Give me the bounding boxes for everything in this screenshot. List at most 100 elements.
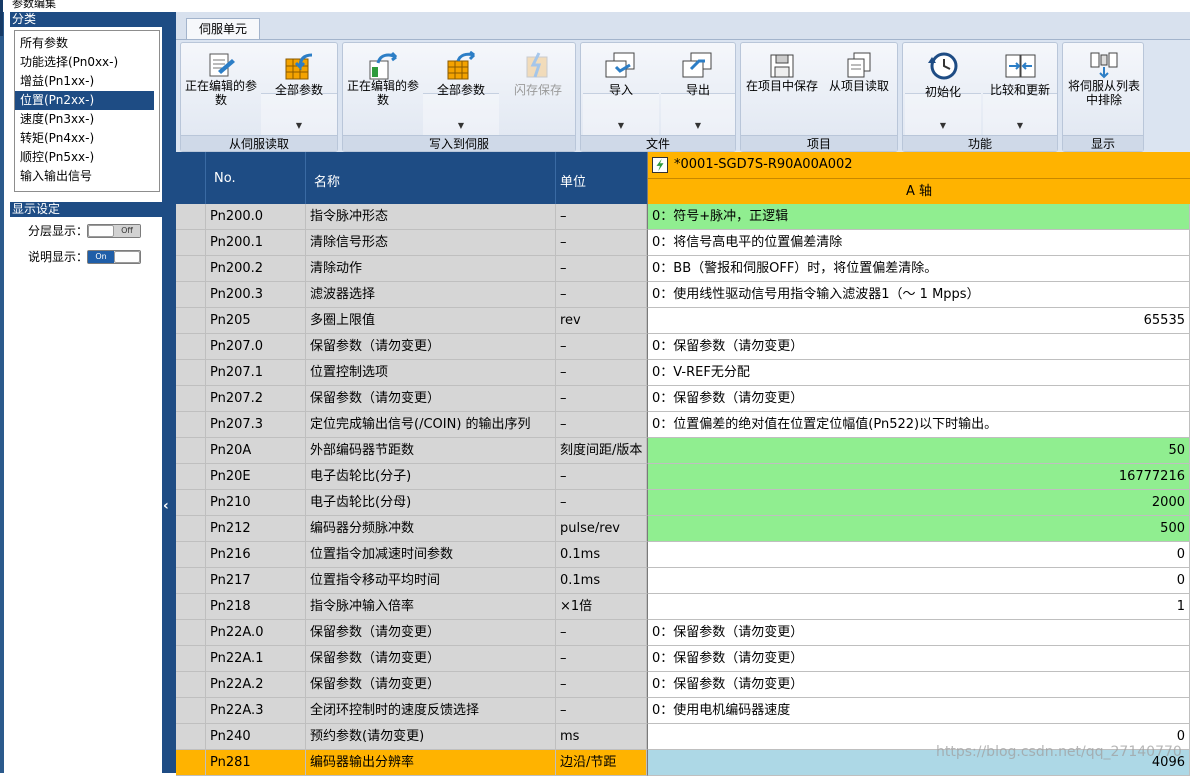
param-value-cell[interactable]: 65535 [647,308,1190,334]
row-selector[interactable] [176,698,206,724]
category-item[interactable]: 顺控(Pn5xx-) [15,148,154,167]
write-editing-params-button[interactable]: 正在编辑的参数 [345,45,421,135]
row-selector[interactable] [176,620,206,646]
param-unit-cell: – [556,204,647,230]
param-value-cell[interactable]: 50 [647,438,1190,464]
param-no-cell: Pn200.3 [206,282,306,308]
category-item[interactable]: 所有参数 [15,34,154,53]
row-selector[interactable] [176,542,206,568]
row-selector[interactable] [176,230,206,256]
exclude-servo-button[interactable]: 将伺服从列表中排除 [1065,45,1143,135]
table-row[interactable]: Pn218 指令脉冲输入倍率 ×1倍 1 [176,594,1190,620]
param-value-cell[interactable]: 0：保留参数（请勿变更） [647,672,1190,698]
table-row[interactable]: Pn22A.2 保留参数（请勿变更） –0：保留参数（请勿变更） [176,672,1190,698]
row-selector[interactable] [176,568,206,594]
param-no-cell: Pn207.0 [206,334,306,360]
row-selector[interactable] [176,412,206,438]
column-header-unit[interactable]: 单位 [556,152,647,204]
param-value-cell[interactable]: 0：BB（警报和伺服OFF）时，将位置偏差清除。 [647,256,1190,282]
chevron-down-icon: ▼ [1016,121,1024,130]
param-value-cell[interactable]: 1 [647,594,1190,620]
chevron-down-icon: ▼ [295,121,303,130]
param-value-cell[interactable]: 0：使用电机编码器速度 [647,698,1190,724]
device-header[interactable]: *0001-SGD7S-R90A00A002 [647,152,1190,178]
read-from-project-button[interactable]: 从项目读取 [821,45,897,135]
row-selector[interactable] [176,464,206,490]
compare-update-button[interactable]: 比较和更新 ▼ [983,45,1057,135]
param-value-cell[interactable]: 0：符号+脉冲，正逻辑 [647,204,1190,230]
row-selector[interactable] [176,750,206,776]
save-to-project-button[interactable]: 在项目中保存 [743,45,821,135]
category-item[interactable]: 位置(Pn2xx-) [15,91,154,110]
row-selector[interactable] [176,516,206,542]
import-button[interactable]: 导入 ▼ [583,45,659,135]
table-row[interactable]: Pn20A 外部编码器节距数 刻度间距/版本 50 [176,438,1190,464]
row-selector[interactable] [176,672,206,698]
param-value-cell[interactable]: 0 [647,568,1190,594]
initialize-button[interactable]: 初始化 ▼ [905,45,981,135]
param-value-cell[interactable]: 0：保留参数（请勿变更） [647,334,1190,360]
table-row[interactable]: Pn217 位置指令移动平均时间 0.1ms 0 [176,568,1190,594]
param-value-cell[interactable]: 0：V-REF无分配 [647,360,1190,386]
flash-save-button[interactable]: 闪存保存 [501,45,575,135]
row-selector[interactable] [176,386,206,412]
category-item[interactable]: 转矩(Pn4xx-) [15,129,154,148]
param-value-cell[interactable]: 0：保留参数（请勿变更） [647,646,1190,672]
category-item[interactable]: 增益(Pn1xx-) [15,72,154,91]
table-row[interactable]: Pn20E 电子齿轮比(分子) –16777216 [176,464,1190,490]
param-value-cell[interactable]: 16777216 [647,464,1190,490]
tab-servo-unit[interactable]: 伺服单元 [186,18,260,40]
group-function: 初始化 ▼ 比较和更新 ▼ 功能 [902,42,1058,152]
param-value-cell[interactable]: 0：将信号高电平的位置偏差清除 [647,230,1190,256]
table-row[interactable]: Pn22A.0 保留参数（请勿变更） –0：保留参数（请勿变更） [176,620,1190,646]
row-selector[interactable] [176,360,206,386]
table-row[interactable]: Pn200.3 滤波器选择 –0：使用线性驱动信号用指令输入滤波器1（～ 1 Mpp… [176,282,1190,308]
write-all-params-button[interactable]: 全部参数 ▼ [423,45,499,135]
row-selector[interactable] [176,724,206,750]
table-row[interactable]: Pn210 电子齿轮比(分母) –2000 [176,490,1190,516]
toggle-state: Off [114,225,140,237]
param-value-cell[interactable]: 0：保留参数（请勿变更） [647,386,1190,412]
row-selector[interactable] [176,594,206,620]
table-row[interactable]: Pn205 多圈上限值 rev 65535 [176,308,1190,334]
param-name-cell: 位置控制选项 [306,360,556,386]
category-item[interactable]: 输入输出信号 [15,167,154,186]
collapse-panel-bar[interactable]: ‹ [162,12,176,773]
param-no-cell: Pn217 [206,568,306,594]
table-row[interactable]: Pn207.0 保留参数（请勿变更） –0：保留参数（请勿变更） [176,334,1190,360]
table-row[interactable]: Pn200.0 指令脉冲形态 –0：符号+脉冲，正逻辑 [176,204,1190,230]
table-row[interactable]: Pn207.1 位置控制选项 –0：V-REF无分配 [176,360,1190,386]
param-value-cell[interactable]: 500 [647,516,1190,542]
table-row[interactable]: Pn212 编码器分频脉冲数 pulse/rev 500 [176,516,1190,542]
row-selector[interactable] [176,308,206,334]
export-button[interactable]: 导出 ▼ [661,45,735,135]
category-item[interactable]: 功能选择(Pn0xx-) [15,53,154,72]
column-header-no[interactable]: No. [206,152,306,204]
read-all-params-button[interactable]: 全部参数 ▼ [261,45,337,135]
table-row[interactable]: Pn200.1 清除信号形态 –0：将信号高电平的位置偏差清除 [176,230,1190,256]
table-row[interactable]: Pn216 位置指令加减速时间参数 0.1ms 0 [176,542,1190,568]
param-value-cell[interactable]: 0：保留参数（请勿变更） [647,620,1190,646]
table-row[interactable]: Pn200.2 清除动作 –0：BB（警报和伺服OFF）时，将位置偏差清除。 [176,256,1190,282]
param-value-cell[interactable]: 0：使用线性驱动信号用指令输入滤波器1（～ 1 Mpps） [647,282,1190,308]
row-selector[interactable] [176,646,206,672]
table-row[interactable]: Pn207.3 定位完成输出信号(/COIN) 的输出序列 –0：位置偏差的绝对值在… [176,412,1190,438]
param-value-cell[interactable]: 0 [647,542,1190,568]
table-row[interactable]: Pn22A.3 全闭环控制时的速度反馈选择 –0：使用电机编码器速度 [176,698,1190,724]
table-row[interactable]: Pn207.2 保留参数（请勿变更） –0：保留参数（请勿变更） [176,386,1190,412]
desc-display-toggle[interactable]: On [87,250,141,264]
param-value-cell[interactable]: 0：位置偏差的绝对值在位置定位幅值(Pn522)以下时输出。 [647,412,1190,438]
row-selector[interactable] [176,204,206,230]
row-selector[interactable] [176,490,206,516]
column-header-name[interactable]: 名称 [306,152,556,204]
row-selector[interactable] [176,334,206,360]
toggle-knob [88,225,114,237]
category-item[interactable]: 速度(Pn3xx-) [15,110,154,129]
layer-display-toggle[interactable]: Off [87,224,141,238]
table-row[interactable]: Pn22A.1 保留参数（请勿变更） –0：保留参数（请勿变更） [176,646,1190,672]
param-value-cell[interactable]: 2000 [647,490,1190,516]
row-selector[interactable] [176,282,206,308]
row-selector[interactable] [176,438,206,464]
row-selector[interactable] [176,256,206,282]
read-editing-params-button[interactable]: 正在编辑的参数 [183,45,259,135]
